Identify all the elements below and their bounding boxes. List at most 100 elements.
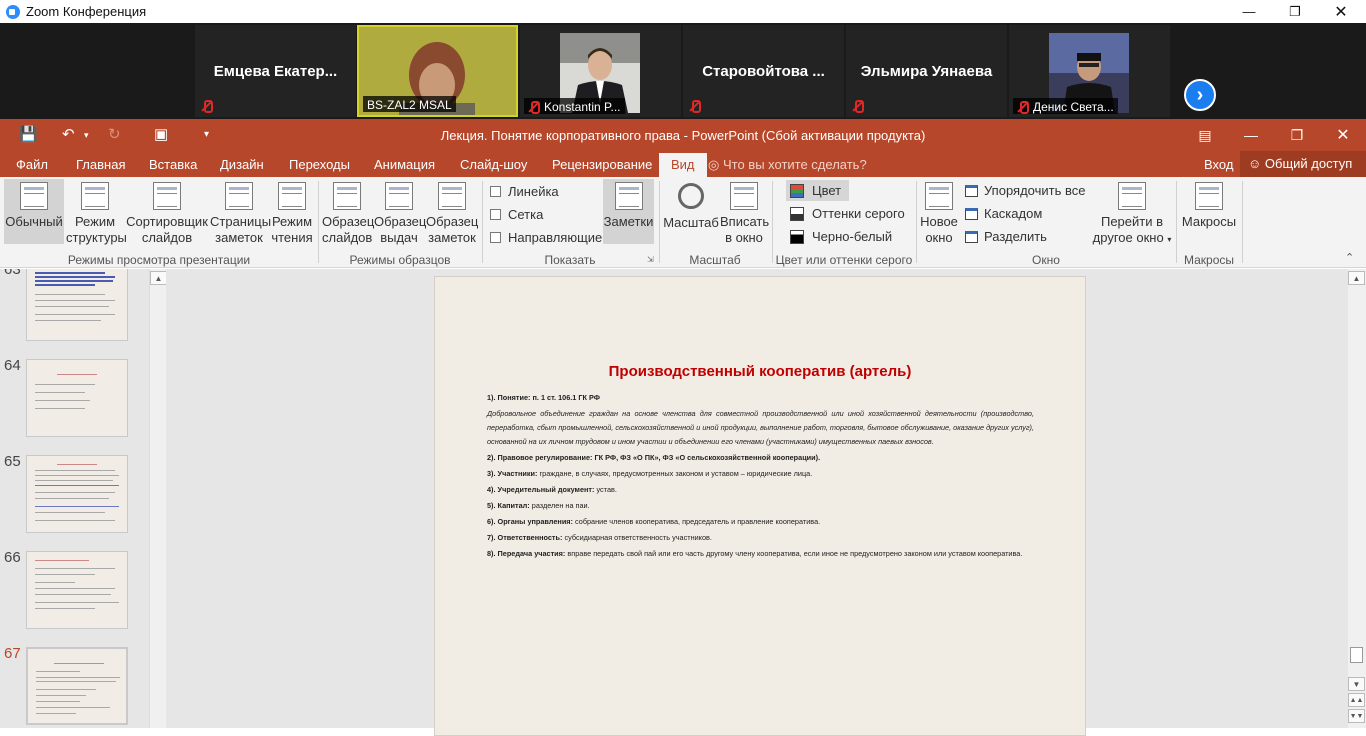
macros-icon — [1195, 182, 1223, 210]
zoom-button[interactable]: Масштаб — [663, 179, 719, 244]
notes-page-icon — [225, 182, 253, 210]
black-white-button[interactable]: Черно-белый — [790, 229, 892, 244]
arrange-all-button[interactable]: Упорядочить все — [965, 183, 1085, 198]
handout-master-button[interactable]: Образец выдач — [374, 179, 426, 245]
notes-page-button[interactable]: Страницы заметок — [210, 179, 271, 245]
participant-tile[interactable]: Старовойтова ... — [683, 25, 844, 117]
slide-body[interactable]: 1). Понятие: п. 1 ст. 106.1 ГК РФ Добров… — [487, 391, 1034, 563]
switch-windows-button[interactable]: Перейти в другое окно ▾ — [1090, 179, 1174, 245]
color-swatch-icon — [790, 183, 804, 198]
slide-title[interactable]: Производственный кооператив (артель) — [435, 363, 1085, 380]
participant-tile[interactable]: Konstantin P... — [520, 25, 681, 117]
ppt-titlebar: 💾 ↶ ▾ ↻ ▣ ▾ Лекция. Понятие корпоративно… — [0, 119, 1366, 151]
slide-thumbnail[interactable] — [26, 455, 128, 533]
split-icon — [965, 230, 978, 243]
restore-icon[interactable]: ❐ — [1274, 119, 1320, 151]
participant-tile[interactable]: Денис Света... — [1009, 25, 1170, 117]
fit-to-window-button[interactable]: Вписать в окно — [720, 179, 769, 245]
scroll-down-icon[interactable]: ▼ — [1348, 677, 1365, 691]
dialog-launcher-icon[interactable]: ⇲ — [647, 255, 654, 264]
tab-view[interactable]: Вид — [659, 153, 707, 177]
minimize-icon[interactable]: — — [1226, 0, 1272, 23]
slide-thumbnail[interactable] — [26, 269, 128, 341]
fit-to-window-icon — [730, 182, 758, 210]
tab-slideshow[interactable]: Слайд-шоу — [460, 157, 527, 172]
tab-insert[interactable]: Вставка — [149, 157, 197, 172]
next-slide-icon[interactable]: ▼▼ — [1348, 709, 1365, 723]
close-icon[interactable]: ✕ — [1318, 0, 1364, 23]
collapse-ribbon-icon[interactable]: ⌃ — [1345, 251, 1354, 264]
zoom-titlebar: Zoom Конференция — ❐ ✕ — [0, 0, 1366, 23]
group-divider — [659, 181, 660, 263]
scroll-up-icon[interactable]: ▲ — [1348, 271, 1365, 285]
tab-design[interactable]: Дизайн — [220, 157, 264, 172]
cascade-button[interactable]: Каскадом — [965, 206, 1042, 221]
tab-review[interactable]: Рецензирование — [552, 157, 652, 172]
editor-scrollbar[interactable]: ▲ ▼ ▲▲ ▼▼ — [1348, 269, 1366, 728]
grayscale-swatch-icon — [790, 206, 804, 221]
participant-tile[interactable]: Емцева Екатер... — [195, 25, 356, 117]
participant-label: Денис Света... — [1013, 98, 1118, 114]
mic-muted-icon — [689, 100, 701, 113]
split-button[interactable]: Разделить — [965, 229, 1047, 244]
thumbnail-number: 64 — [4, 357, 21, 374]
slide-master-icon — [333, 182, 361, 210]
restore-icon[interactable]: ❐ — [1272, 0, 1318, 23]
slide-thumbnail[interactable] — [26, 647, 128, 725]
outline-view-button[interactable]: Режим структуры — [66, 179, 127, 245]
outline-view-icon — [81, 182, 109, 210]
mic-muted-icon — [201, 100, 213, 113]
tab-animations[interactable]: Анимация — [374, 157, 435, 172]
new-window-button[interactable]: Новое окно — [919, 179, 959, 245]
grayscale-button[interactable]: Оттенки серого — [790, 206, 905, 221]
guides-checkbox[interactable]: Направляющие — [490, 230, 602, 245]
mic-muted-icon — [1017, 100, 1029, 114]
slide-canvas[interactable]: Производственный кооператив (артель) 1).… — [434, 276, 1086, 736]
color-button[interactable]: Цвет — [786, 180, 850, 201]
participant-name: Старовойтова ... — [702, 63, 825, 80]
participant-name: Емцева Екатер... — [213, 63, 338, 80]
normal-view-icon — [20, 182, 48, 210]
grid-checkbox[interactable]: Сетка — [490, 207, 543, 222]
slide-sorter-icon — [153, 182, 181, 210]
slide-master-button[interactable]: Образец слайдов — [322, 179, 374, 245]
ruler-checkbox[interactable]: Линейка — [490, 184, 559, 199]
slide-sorter-button[interactable]: Сортировщик слайдов — [126, 179, 208, 245]
slide-thumbnail[interactable] — [26, 359, 128, 437]
sign-in-link[interactable]: Вход — [1204, 157, 1233, 172]
thumbnail-number: 66 — [4, 549, 21, 566]
participant-name: Эльмира Уянаева — [860, 63, 993, 80]
participant-tile[interactable]: BS-ZAL2 MSAL — [357, 25, 518, 117]
scroll-thumb[interactable] — [1350, 647, 1363, 663]
slide-thumbnail-pane[interactable]: 63 64 65 66 67 — [0, 269, 149, 728]
thumbnail-number: 63 — [4, 269, 21, 278]
group-divider — [1242, 181, 1243, 263]
slide-thumbnail[interactable] — [26, 551, 128, 629]
group-divider — [1176, 181, 1177, 263]
slide-editor[interactable]: Производственный кооператив (артель) 1).… — [166, 269, 1348, 736]
next-participants-button[interactable]: › — [1184, 79, 1216, 111]
notes-master-button[interactable]: Образец заметок — [426, 179, 478, 245]
checkbox-icon — [490, 186, 501, 197]
minimize-icon[interactable]: — — [1228, 119, 1274, 151]
close-icon[interactable]: ✕ — [1320, 119, 1366, 151]
scroll-up-icon[interactable]: ▲ — [150, 271, 167, 285]
thumbnail-scrollbar[interactable]: ▲ — [149, 269, 167, 728]
notes-button[interactable]: Заметки — [603, 179, 654, 244]
tab-home[interactable]: Главная — [76, 157, 125, 172]
macros-button[interactable]: Макросы — [1180, 179, 1238, 244]
reading-view-button[interactable]: Режим чтения — [270, 179, 314, 245]
tell-me-box[interactable]: ◎ Что вы хотите сделать? — [708, 157, 867, 173]
normal-view-button[interactable]: Обычный — [4, 179, 64, 244]
tab-file[interactable]: Файл — [16, 157, 48, 172]
participant-tile[interactable]: Эльмира Уянаева — [846, 25, 1007, 117]
share-button[interactable]: ☺ Общий доступ — [1240, 151, 1366, 177]
previous-slide-icon[interactable]: ▲▲ — [1348, 693, 1365, 707]
group-label: Режимы просмотра презентации — [67, 253, 251, 267]
dropdown-icon: ▾ — [1167, 235, 1172, 244]
tab-transitions[interactable]: Переходы — [289, 157, 350, 172]
lightbulb-icon: ◎ — [708, 157, 720, 172]
ribbon-display-options-icon[interactable]: ▤ — [1182, 119, 1228, 151]
group-label: Режимы образцов — [349, 253, 451, 267]
document-title: Лекция. Понятие корпоративного права - P… — [440, 128, 926, 143]
